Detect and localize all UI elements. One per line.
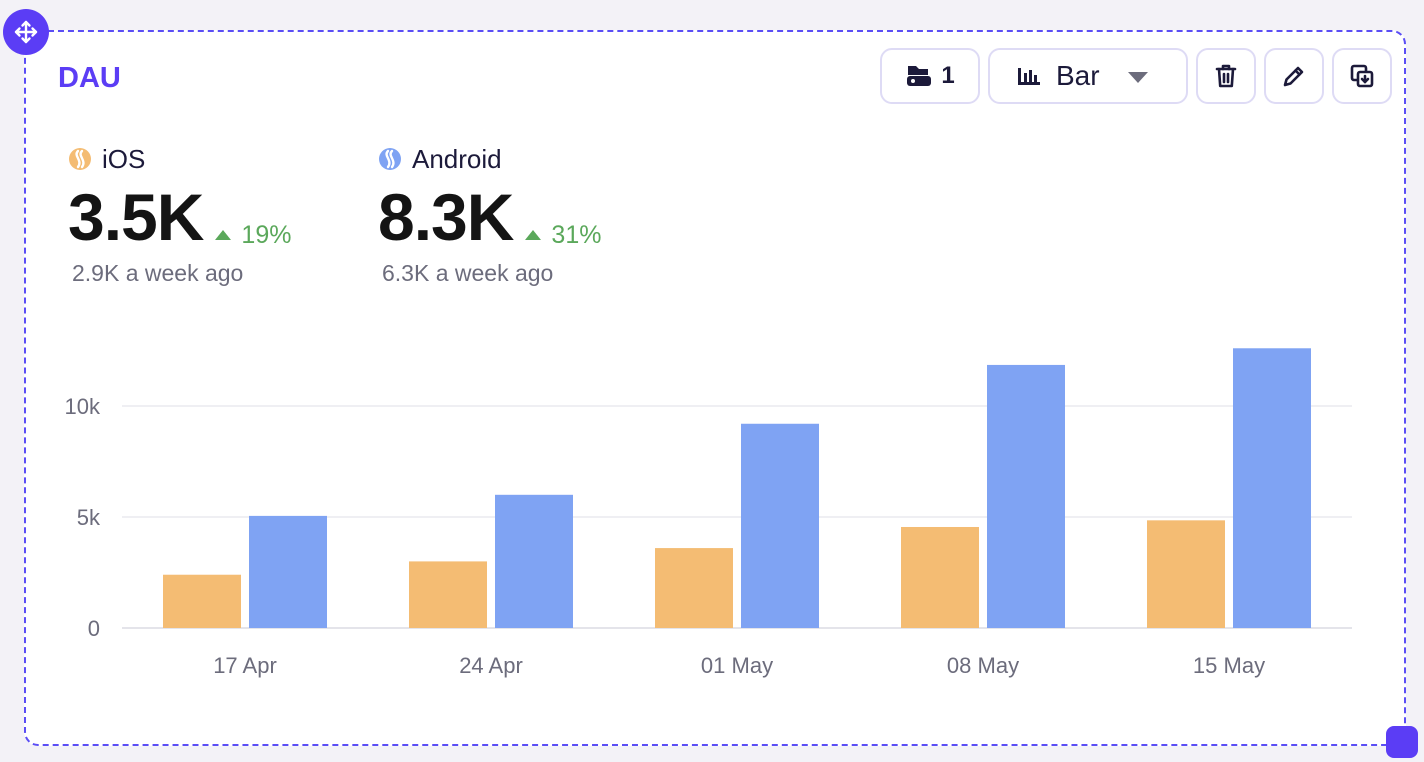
x-tick-label: 08 May (947, 653, 1019, 678)
y-tick-label: 5k (77, 505, 101, 530)
bar-ios[interactable] (409, 561, 487, 628)
x-tick-label: 24 Apr (459, 653, 523, 678)
bar-ios[interactable] (1147, 520, 1225, 628)
y-tick-label: 0 (88, 616, 100, 641)
bar-android[interactable] (495, 494, 573, 628)
y-tick-label: 10k (65, 394, 101, 419)
bar-ios[interactable] (901, 526, 979, 628)
x-tick-label: 01 May (701, 653, 773, 678)
bar-android[interactable] (741, 423, 819, 628)
bar-chart: 0 5k 10k 17 Apr 24 Apr 01 May 08 May 15 May (65, 348, 1352, 678)
bar-android[interactable] (987, 364, 1065, 628)
x-tick-label: 15 May (1193, 653, 1265, 678)
bar-ios[interactable] (655, 548, 733, 628)
bar-ios[interactable] (163, 574, 241, 628)
bar-android[interactable] (249, 515, 327, 628)
x-tick-label: 17 Apr (213, 653, 277, 678)
bar-android[interactable] (1233, 348, 1311, 628)
